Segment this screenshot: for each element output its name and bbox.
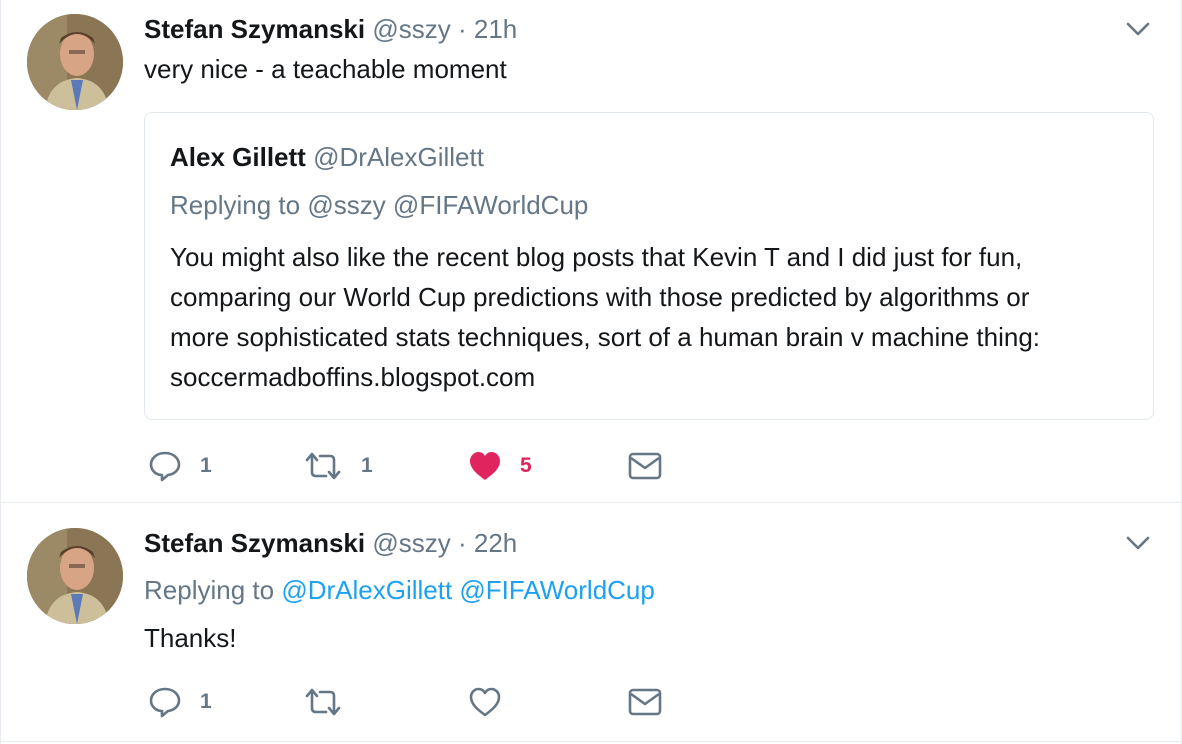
quoted-tweet[interactable]: Alex Gillett @DrAlexGillett Replying to … xyxy=(144,112,1154,420)
envelope-icon xyxy=(628,688,662,716)
reply-icon xyxy=(149,451,181,482)
reply-button[interactable]: 1 xyxy=(148,446,212,486)
username[interactable]: @sszy xyxy=(372,14,450,44)
tweet[interactable]: Stefan Szymanski @sszy · 22h Replying to… xyxy=(1,503,1181,742)
fullname[interactable]: Stefan Szymanski xyxy=(144,14,365,44)
reply-count: 1 xyxy=(200,690,212,713)
chevron-down-icon[interactable] xyxy=(1125,16,1151,42)
fullname[interactable]: Stefan Szymanski xyxy=(144,528,365,558)
heart-icon xyxy=(470,452,500,480)
tweet-actions: 1 xyxy=(144,682,744,722)
tweet-header: Stefan Szymanski @sszy · 22h xyxy=(144,527,517,559)
quoted-tweet-header: Alex Gillett @DrAlexGillett xyxy=(170,141,484,173)
replying-prefix: Replying to xyxy=(170,190,301,220)
like-button[interactable] xyxy=(468,682,520,722)
reply-icon xyxy=(149,687,181,718)
timestamp[interactable]: 22h xyxy=(474,528,517,558)
separator-dot: · xyxy=(457,14,467,44)
retweet-button[interactable]: 1 xyxy=(303,446,373,486)
chevron-down-icon[interactable] xyxy=(1125,530,1151,556)
tweet-header: Stefan Szymanski @sszy · 21h xyxy=(144,13,517,45)
replying-prefix: Replying to xyxy=(144,575,275,605)
heart-outline-icon xyxy=(469,687,501,717)
quoted-text-line: comparing our World Cup predictions with… xyxy=(170,282,1030,312)
quoted-tweet-text: You might also like the recent blog post… xyxy=(170,237,1140,397)
reply-button[interactable]: 1 xyxy=(148,682,212,722)
quoted-text-line: soccermadboffins.blogspot.com xyxy=(170,362,536,392)
replying-handles-link[interactable]: @DrAlexGillett @FIFAWorldCup xyxy=(281,575,655,605)
retweet-button[interactable] xyxy=(303,682,361,722)
avatar[interactable] xyxy=(27,14,123,110)
avatar[interactable] xyxy=(27,528,123,624)
retweet-icon xyxy=(305,452,341,480)
like-count: 5 xyxy=(520,454,532,477)
direct-message-button[interactable] xyxy=(628,682,662,722)
quoted-text-line: You might also like the recent blog post… xyxy=(170,242,1023,272)
tweet-actions: 1 1 5 xyxy=(144,446,744,486)
retweet-icon xyxy=(305,688,341,716)
like-button[interactable]: 5 xyxy=(468,446,532,486)
timestamp[interactable]: 21h xyxy=(474,14,517,44)
tweet-text: very nice - a teachable moment xyxy=(144,54,507,84)
tweet[interactable]: Stefan Szymanski @sszy · 21h very nice -… xyxy=(1,0,1181,503)
tweet-text: Thanks! xyxy=(144,623,237,653)
quoted-username: @DrAlexGillett xyxy=(313,142,484,172)
separator-dot: · xyxy=(457,528,467,558)
timeline: Stefan Szymanski @sszy · 21h very nice -… xyxy=(0,0,1182,744)
quoted-replying-to: Replying to @sszy @FIFAWorldCup xyxy=(170,189,588,221)
replying-handles: @sszy @FIFAWorldCup xyxy=(307,190,589,220)
retweet-count: 1 xyxy=(361,454,373,477)
username[interactable]: @sszy xyxy=(372,528,450,558)
quoted-text-line: more sophisticated stats techniques, sor… xyxy=(170,322,1041,352)
quoted-fullname: Alex Gillett xyxy=(170,142,306,172)
replying-to: Replying to @DrAlexGillett @FIFAWorldCup xyxy=(144,574,655,606)
reply-count: 1 xyxy=(200,454,212,477)
envelope-icon xyxy=(628,452,662,480)
direct-message-button[interactable] xyxy=(628,446,662,486)
